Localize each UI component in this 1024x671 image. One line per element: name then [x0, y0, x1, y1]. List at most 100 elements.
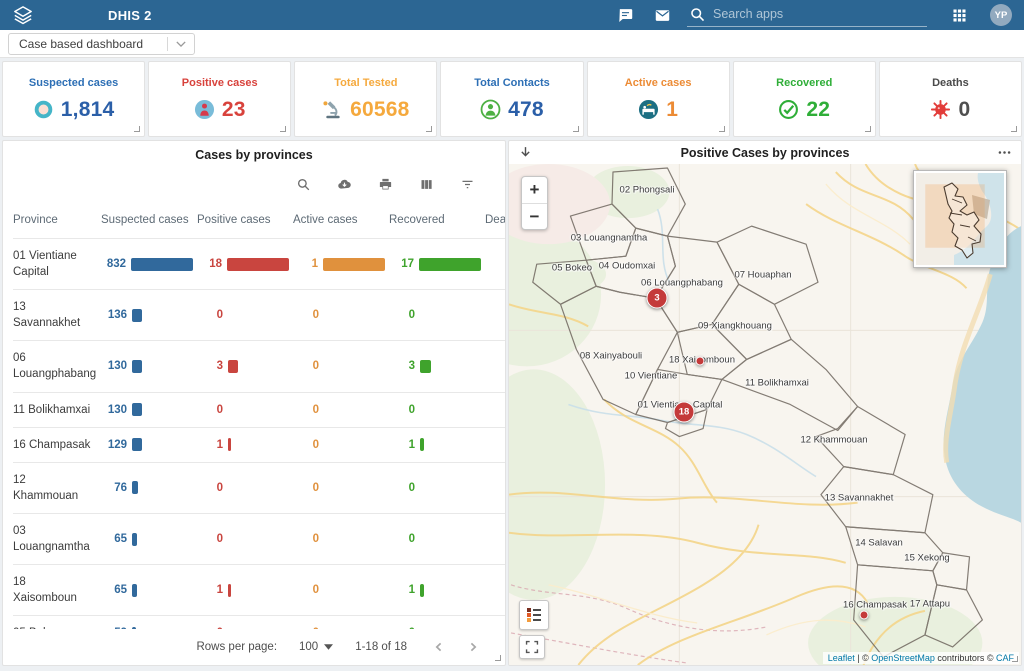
zoom-in-button[interactable]: + — [522, 177, 547, 203]
province-cell: 16 Champasak — [13, 427, 101, 462]
deaths-cell: 0 — [485, 565, 505, 616]
province-label: 15 Xekong — [904, 553, 949, 564]
next-page-button[interactable] — [463, 641, 475, 653]
openstreetmap-link[interactable]: OpenStreetMap — [871, 653, 935, 663]
cell-value: 832 — [101, 258, 126, 270]
dashboard-selector[interactable]: Case based dashboard — [8, 33, 195, 55]
search-input[interactable] — [713, 7, 913, 21]
avatar[interactable]: YP — [990, 4, 1012, 26]
mail-icon[interactable] — [654, 7, 671, 24]
suspected-cell: 59 — [101, 616, 197, 629]
legend-icon — [525, 606, 543, 624]
cell-value: 17 — [389, 258, 414, 270]
more-options-icon[interactable] — [997, 145, 1012, 160]
cell-value: 3 — [197, 360, 223, 372]
active-cell: 0 — [293, 513, 389, 564]
previous-page-button[interactable] — [429, 641, 441, 653]
dashboard-selector-label: Case based dashboard — [9, 37, 167, 51]
case-marker[interactable] — [860, 611, 869, 620]
resize-handle[interactable] — [134, 126, 140, 132]
active-cell: 0 — [293, 392, 389, 427]
province-label: 13 Savannakhet — [825, 493, 894, 504]
resize-handle[interactable] — [1012, 656, 1018, 662]
positive-cell: 0 — [197, 513, 293, 564]
positive-cell: 0 — [197, 462, 293, 513]
cell-value: 0 — [293, 482, 319, 494]
case-marker[interactable]: 18 — [674, 402, 695, 423]
active-cell: 0 — [293, 565, 389, 616]
apps-grid-icon[interactable] — [951, 7, 968, 24]
leaflet-link[interactable]: Leaflet — [828, 653, 855, 663]
map-zoom-control: + − — [521, 176, 548, 230]
province-cell: 03 Louangnamtha — [13, 513, 101, 564]
positive-cell: 0 — [197, 616, 293, 629]
columns-icon[interactable] — [419, 177, 434, 192]
deaths-cell: 0 — [485, 513, 505, 564]
cell-value: 0 — [293, 584, 319, 596]
legend-button[interactable] — [519, 600, 549, 630]
stat-card: Total Contacts478 — [440, 61, 583, 137]
value-bar — [420, 438, 424, 451]
dhis2-logo-icon[interactable] — [12, 5, 34, 25]
case-marker[interactable]: 3 — [647, 288, 668, 309]
cell-value: 0 — [197, 404, 223, 416]
suspected-cell: 130 — [101, 341, 197, 392]
cell-value: 136 — [101, 309, 127, 321]
value-bar — [228, 360, 238, 373]
province-label: 07 Houaphan — [734, 270, 791, 281]
positive-cell: 0 — [197, 290, 293, 341]
table-pagination: Rows per page: 100 1-18 of 18 — [3, 629, 505, 665]
resize-handle[interactable] — [495, 655, 501, 661]
overview-minimap[interactable] — [913, 170, 1007, 268]
province-cell: 18 Xaisomboun — [13, 565, 101, 616]
resize-handle[interactable] — [573, 126, 579, 132]
stat-card-value: 478 — [508, 98, 544, 122]
table-row: 05 Bokeo590000 — [13, 616, 505, 629]
cell-value: 0 — [197, 482, 223, 494]
table-body: 01 Vientiane Capital83218117013 Savannak… — [13, 239, 505, 630]
resize-handle[interactable] — [1011, 126, 1017, 132]
resize-handle[interactable] — [719, 126, 725, 132]
deaths-cell: 0 — [485, 462, 505, 513]
download-arrow-icon[interactable] — [518, 145, 533, 160]
value-bar — [227, 258, 289, 271]
deaths-cell: 0 — [485, 290, 505, 341]
suspected-cell: 65 — [101, 565, 197, 616]
resize-handle[interactable] — [426, 126, 432, 132]
cell-value: 130 — [101, 360, 127, 372]
stat-card: Total Tested60568 — [294, 61, 437, 137]
print-icon[interactable] — [378, 177, 393, 192]
table-row: 03 Louangnamtha650000 — [13, 513, 505, 564]
cases-table: ProvinceSuspected casesPositive casesAct… — [13, 208, 505, 629]
suspected-cell: 76 — [101, 462, 197, 513]
search-icon[interactable] — [689, 6, 706, 23]
rows-per-page-select[interactable]: 100 — [299, 641, 333, 653]
resize-handle[interactable] — [865, 126, 871, 132]
search-icon[interactable] — [296, 177, 311, 192]
fullscreen-button[interactable] — [519, 635, 545, 659]
province-label: 16 Champasak — [843, 600, 907, 611]
resize-handle[interactable] — [280, 126, 286, 132]
download-icon[interactable] — [337, 177, 352, 192]
table-row: 12 Khammouan760000 — [13, 462, 505, 513]
recovered-cell: 0 — [389, 462, 485, 513]
cell-value: 0 — [293, 404, 319, 416]
stat-card-value: 22 — [806, 98, 830, 122]
case-marker[interactable] — [696, 357, 705, 366]
chevron-down-icon[interactable] — [168, 41, 194, 47]
value-bar — [420, 584, 424, 597]
chat-icon[interactable] — [617, 7, 634, 24]
table-row: 13 Savannakhet1360000 — [13, 290, 505, 341]
province-cell: 11 Bolikhamxai — [13, 392, 101, 427]
column-header: Suspected cases — [101, 208, 197, 239]
person-positive-icon — [194, 99, 215, 120]
table-panel-title: Cases by provinces — [3, 141, 505, 162]
active-cell: 0 — [293, 616, 389, 629]
deaths-cell: 0 — [485, 341, 505, 392]
value-bar — [132, 584, 137, 597]
zoom-out-button[interactable]: − — [522, 203, 547, 229]
cell-value: 0 — [485, 533, 505, 545]
filter-icon[interactable] — [460, 177, 475, 192]
province-cell: 01 Vientiane Capital — [13, 239, 101, 290]
map-canvas[interactable]: + − — [509, 164, 1021, 665]
